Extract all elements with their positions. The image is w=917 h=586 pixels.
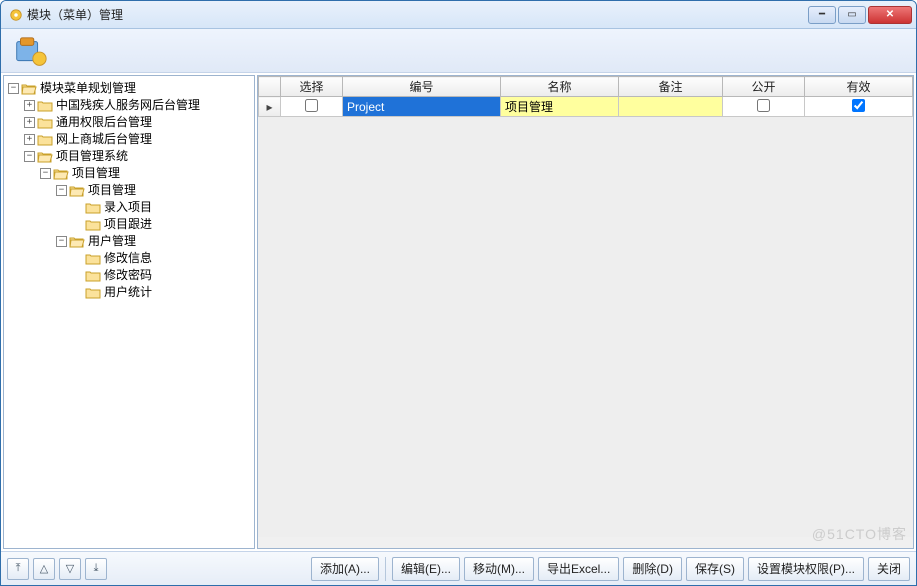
col-public[interactable]: 公开: [723, 77, 805, 97]
tree-label[interactable]: 修改信息: [104, 250, 152, 267]
move-down-button[interactable]: ▽: [59, 558, 81, 580]
module-tree[interactable]: − 模块菜单规划管理 + 中国残疾人服务网后台管理 + 通用权限后台管理 + 网上商城后…: [4, 76, 254, 548]
folder-icon: [37, 116, 53, 130]
col-note[interactable]: 备注: [619, 77, 723, 97]
delete-button[interactable]: 删除(D): [623, 557, 682, 581]
tree-label[interactable]: 用户管理: [88, 233, 136, 250]
tree-root[interactable]: − 模块菜单规划管理: [8, 80, 250, 97]
cell-effective[interactable]: [805, 97, 913, 117]
window-title: 模块（菜单）管理: [27, 6, 808, 23]
move-up-button[interactable]: △: [33, 558, 55, 580]
folder-icon: [37, 133, 53, 147]
cell-note[interactable]: [619, 97, 723, 117]
tree-label[interactable]: 项目管理系统: [56, 148, 128, 165]
module-icon: [11, 34, 49, 68]
tree-label[interactable]: 用户统计: [104, 284, 152, 301]
data-grid[interactable]: 选择 编号 名称 备注 公开 有效 ▸ Project: [258, 76, 913, 117]
collapse-icon[interactable]: −: [56, 236, 67, 247]
folder-open-icon: [69, 184, 85, 198]
maximize-button[interactable]: ▭: [838, 6, 866, 24]
expand-icon[interactable]: +: [24, 134, 35, 145]
app-window: 模块（菜单）管理 ━ ▭ ✕ − 模块菜单规划管理 + 中国残疾人服务网后台管理 +…: [0, 0, 917, 586]
toolbar: [1, 29, 916, 73]
col-effective[interactable]: 有效: [805, 77, 913, 97]
table-row[interactable]: ▸ Project 项目管理: [259, 97, 913, 117]
move-top-button[interactable]: ⤒: [7, 558, 29, 580]
expand-icon[interactable]: +: [24, 100, 35, 111]
tree-label[interactable]: 修改密码: [104, 267, 152, 284]
tree-node[interactable]: − 用户管理: [8, 233, 250, 250]
effective-checkbox[interactable]: [852, 99, 865, 112]
app-gear-icon: [9, 8, 23, 22]
folder-open-icon: [69, 235, 85, 249]
folder-icon: [85, 201, 101, 215]
cell-select[interactable]: [281, 97, 343, 117]
collapse-icon[interactable]: −: [56, 185, 67, 196]
tree-panel: − 模块菜单规划管理 + 中国残疾人服务网后台管理 + 通用权限后台管理 + 网上商城后…: [3, 75, 255, 549]
folder-open-icon: [53, 167, 69, 181]
grid-header-row: 选择 编号 名称 备注 公开 有效: [259, 77, 913, 97]
col-name[interactable]: 名称: [501, 77, 619, 97]
tree-node[interactable]: − 项目管理系统: [8, 148, 250, 165]
tree-leaf[interactable]: 修改信息: [8, 250, 250, 267]
cell-public[interactable]: [723, 97, 805, 117]
close-button[interactable]: ✕: [868, 6, 912, 24]
folder-open-icon: [21, 82, 37, 96]
folder-icon: [85, 286, 101, 300]
tree-node[interactable]: − 项目管理: [8, 182, 250, 199]
tree-node[interactable]: + 网上商城后台管理: [8, 131, 250, 148]
cell-code[interactable]: Project: [343, 97, 501, 117]
folder-icon: [85, 252, 101, 266]
tree-label[interactable]: 中国残疾人服务网后台管理: [56, 97, 200, 114]
row-indicator: ▸: [259, 97, 281, 117]
tree-node[interactable]: − 项目管理: [8, 165, 250, 182]
export-button[interactable]: 导出Excel...: [538, 557, 619, 581]
permission-button[interactable]: 设置模块权限(P)...: [748, 557, 864, 581]
title-bar: 模块（菜单）管理 ━ ▭ ✕: [1, 1, 916, 29]
tree-node[interactable]: + 中国残疾人服务网后台管理: [8, 97, 250, 114]
tree-label[interactable]: 项目管理: [88, 182, 136, 199]
tree-label[interactable]: 通用权限后台管理: [56, 114, 152, 131]
folder-open-icon: [37, 150, 53, 164]
tree-label[interactable]: 模块菜单规划管理: [40, 80, 136, 97]
move-button[interactable]: 移动(M)...: [464, 557, 534, 581]
folder-icon: [37, 99, 53, 113]
folder-icon: [85, 269, 101, 283]
tree-leaf[interactable]: 用户统计: [8, 284, 250, 301]
grid-wrapper: 选择 编号 名称 备注 公开 有效 ▸ Project: [258, 76, 913, 548]
close-window-button[interactable]: 关闭: [868, 557, 910, 581]
collapse-icon[interactable]: −: [24, 151, 35, 162]
tree-leaf[interactable]: 项目跟进: [8, 216, 250, 233]
tree-leaf[interactable]: 修改密码: [8, 267, 250, 284]
public-checkbox[interactable]: [757, 99, 770, 112]
collapse-icon[interactable]: −: [8, 83, 19, 94]
row-header-blank: [259, 77, 281, 97]
expand-icon[interactable]: +: [24, 117, 35, 128]
tree-label[interactable]: 录入项目: [104, 199, 152, 216]
content-area: − 模块菜单规划管理 + 中国残疾人服务网后台管理 + 通用权限后台管理 + 网上商城后…: [1, 73, 916, 551]
divider: [385, 557, 386, 581]
grid-empty-area: [258, 117, 913, 537]
save-button[interactable]: 保存(S): [686, 557, 744, 581]
select-checkbox[interactable]: [305, 99, 318, 112]
col-code[interactable]: 编号: [343, 77, 501, 97]
tree-leaf[interactable]: 录入项目: [8, 199, 250, 216]
edit-button[interactable]: 编辑(E)...: [392, 557, 460, 581]
footer-bar: ⤒ △ ▽ ⤓ 添加(A)... 编辑(E)... 移动(M)... 导出Exc…: [1, 551, 916, 585]
folder-icon: [85, 218, 101, 232]
col-select[interactable]: 选择: [281, 77, 343, 97]
cell-name[interactable]: 项目管理: [501, 97, 619, 117]
tree-node[interactable]: + 通用权限后台管理: [8, 114, 250, 131]
collapse-icon[interactable]: −: [40, 168, 51, 179]
tree-label[interactable]: 项目跟进: [104, 216, 152, 233]
move-bottom-button[interactable]: ⤓: [85, 558, 107, 580]
tree-label[interactable]: 网上商城后台管理: [56, 131, 152, 148]
window-controls: ━ ▭ ✕: [808, 6, 912, 24]
minimize-button[interactable]: ━: [808, 6, 836, 24]
add-button[interactable]: 添加(A)...: [311, 557, 379, 581]
tree-label[interactable]: 项目管理: [72, 165, 120, 182]
grid-panel: 选择 编号 名称 备注 公开 有效 ▸ Project: [257, 75, 914, 549]
